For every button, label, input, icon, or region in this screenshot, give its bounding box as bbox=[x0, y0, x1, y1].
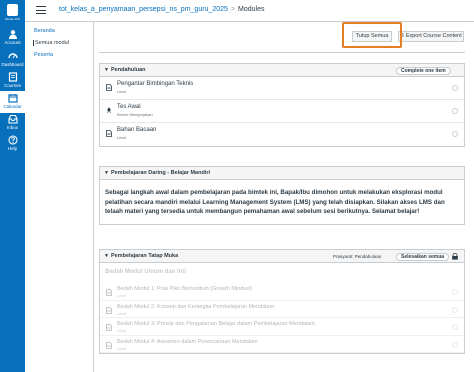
module-header[interactable]: ▼ Pembelajaran Tatap Muka Prasyarat: Pen… bbox=[100, 250, 464, 263]
sub-header: Bedah Modul Umum dan Inti bbox=[100, 263, 464, 283]
item-status: Lihat bbox=[117, 89, 126, 94]
course-nav: Beranda Semua modul Peserta bbox=[33, 28, 75, 64]
toolbar-divider bbox=[99, 52, 465, 53]
prerequisite-text: Prasyarat: Pendahuluan bbox=[333, 253, 382, 259]
global-nav-inbox-label: Inbox bbox=[6, 125, 18, 130]
global-nav-dashboard[interactable]: Dashboard bbox=[0, 49, 25, 71]
sub-header-text: Bedah Modul Umum dan Inti bbox=[105, 269, 186, 275]
course-nav-peserta[interactable]: Peserta bbox=[33, 52, 75, 58]
global-nav-account[interactable]: Account bbox=[0, 27, 25, 49]
dashboard-icon bbox=[7, 53, 18, 59]
global-nav-calendar-label: Calendar bbox=[3, 104, 22, 109]
item-title[interactable]: Tes Awal bbox=[117, 104, 141, 110]
course-nav-semua-modul[interactable]: Semua modul bbox=[33, 40, 75, 46]
completion-requirement-badge: Selesaikan semua bbox=[396, 252, 450, 261]
page-icon bbox=[106, 324, 112, 331]
completion-circle-icon bbox=[452, 306, 458, 313]
global-nav-dashboard-label: Dashboard bbox=[1, 62, 24, 67]
global-nav-account-label: Account bbox=[4, 40, 21, 45]
export-label: Export Course Content bbox=[405, 33, 462, 39]
module-pendahuluan: ▼ Pendahuluan Complete one item Penganta… bbox=[99, 63, 465, 147]
institution-logo[interactable]: Tanoto ICO bbox=[3, 4, 22, 24]
module-item[interactable]: Bedah Modul 4: Asesmen dalam Perencanaan… bbox=[100, 336, 464, 353]
export-course-content-button[interactable]: ⇩Export Course Content bbox=[398, 31, 464, 42]
account-icon bbox=[8, 30, 17, 39]
breadcrumb-current: Modules bbox=[238, 6, 265, 13]
collapse-caret-icon[interactable]: ▼ bbox=[104, 67, 109, 73]
completion-circle-icon bbox=[452, 131, 458, 137]
module-item[interactable]: Bahan Bacaan Lihat bbox=[100, 123, 464, 146]
item-status: Lihat bbox=[117, 293, 126, 298]
completion-circle-icon bbox=[452, 108, 458, 114]
module-item[interactable]: Bedah Modul 2: Konsep dan Kerangka Pembe… bbox=[100, 301, 464, 318]
global-nav: Tanoto ICO Account Dashboard Courses Cal… bbox=[0, 0, 25, 372]
inbox-icon bbox=[7, 114, 18, 124]
global-nav-help[interactable]: Help bbox=[0, 133, 25, 155]
item-title[interactable]: Bedah Modul 3: Prinsip dan Pengalaman Be… bbox=[117, 321, 315, 327]
module-intro-text: Sebagai langkah awal dalam pembelajaran … bbox=[105, 189, 445, 215]
hamburger-menu-icon[interactable] bbox=[36, 6, 46, 14]
help-icon bbox=[7, 135, 18, 145]
courses-icon bbox=[8, 72, 17, 82]
global-nav-calendar[interactable]: Calendar bbox=[0, 91, 25, 113]
logo-text: Tanoto ICO bbox=[4, 17, 21, 21]
item-status: Lihat bbox=[117, 135, 126, 140]
lock-icon bbox=[452, 253, 458, 260]
page-icon bbox=[106, 341, 112, 349]
breadcrumb-separator: > bbox=[230, 6, 235, 13]
module-title: Pembelajaran Tatap Muka bbox=[111, 253, 179, 259]
completion-circle-icon bbox=[452, 324, 458, 330]
module-header[interactable]: ▼ Pendahuluan Complete one item bbox=[100, 64, 464, 77]
module-title: Pembelajaran Daring - Belajar Mandiri bbox=[111, 170, 211, 176]
quiz-rocket-icon bbox=[106, 107, 112, 113]
page-icon bbox=[106, 306, 112, 314]
item-title[interactable]: Bedah Modul 1: Pola Pikir Bertumbuh (Gro… bbox=[117, 286, 252, 292]
item-title[interactable]: Bedah Modul 4: Asesmen dalam Perencanaan… bbox=[117, 339, 258, 345]
page-icon bbox=[106, 130, 112, 137]
item-status: Lihat bbox=[117, 345, 126, 351]
locked-items: Bedah Modul Umum dan Inti Bedah Modul 1:… bbox=[100, 263, 464, 353]
global-nav-courses-label: Courses bbox=[4, 83, 21, 88]
completion-circle-icon bbox=[452, 341, 458, 348]
breadcrumb-course-link[interactable]: tot_kelas_a_penyamaan_persepsi_ns_pm_gur… bbox=[59, 6, 228, 13]
highlight-annotation bbox=[342, 22, 402, 48]
completion-requirement-badge: Complete one item bbox=[396, 66, 451, 75]
nav-divider bbox=[93, 22, 94, 372]
module-header[interactable]: ▼ Pembelajaran Daring - Belajar Mandiri bbox=[100, 167, 464, 180]
module-pembelajaran-tatap-muka: ▼ Pembelajaran Tatap Muka Prasyarat: Pen… bbox=[99, 249, 465, 354]
global-nav-help-label: Help bbox=[7, 146, 18, 151]
module-title: Pendahuluan bbox=[111, 67, 146, 73]
calendar-icon bbox=[7, 94, 18, 103]
item-title[interactable]: Bedah Modul 2: Konsep dan Kerangka Pembe… bbox=[117, 304, 274, 310]
module-item[interactable]: Tes Awal Belum Mengerjakan bbox=[100, 100, 464, 123]
item-status: Lihat bbox=[117, 310, 126, 316]
module-pembelajaran-daring: ▼ Pembelajaran Daring - Belajar Mandiri … bbox=[99, 166, 465, 225]
top-bar: tot_kelas_a_penyamaan_persepsi_ns_pm_gur… bbox=[25, 0, 474, 22]
completion-circle-icon bbox=[452, 289, 458, 295]
item-title[interactable]: Bahan Bacaan bbox=[117, 127, 156, 133]
module-item[interactable]: Pengantar Bimbingan Teknis Lihat bbox=[100, 77, 464, 100]
module-item[interactable]: Bedah Modul 3: Prinsip dan Pengalaman Be… bbox=[100, 318, 464, 336]
global-nav-courses[interactable]: Courses bbox=[0, 70, 25, 92]
item-title[interactable]: Pengantar Bimbingan Teknis bbox=[117, 81, 193, 87]
completion-circle-icon bbox=[452, 85, 458, 91]
page-icon bbox=[106, 289, 112, 296]
item-status: Lihat bbox=[117, 328, 126, 333]
module-item[interactable]: Bedah Modul 1: Pola Pikir Bertumbuh (Gro… bbox=[100, 283, 464, 301]
course-nav-beranda[interactable]: Beranda bbox=[33, 28, 75, 34]
global-nav-inbox[interactable]: Inbox bbox=[0, 112, 25, 134]
breadcrumb: tot_kelas_a_penyamaan_persepsi_ns_pm_gur… bbox=[59, 5, 264, 15]
item-status: Belum Mengerjakan bbox=[117, 112, 153, 117]
collapse-caret-icon[interactable]: ▼ bbox=[104, 253, 109, 259]
page-icon bbox=[106, 84, 112, 91]
logo-mark-icon bbox=[7, 4, 18, 16]
collapse-caret-icon[interactable]: ▼ bbox=[104, 170, 109, 176]
